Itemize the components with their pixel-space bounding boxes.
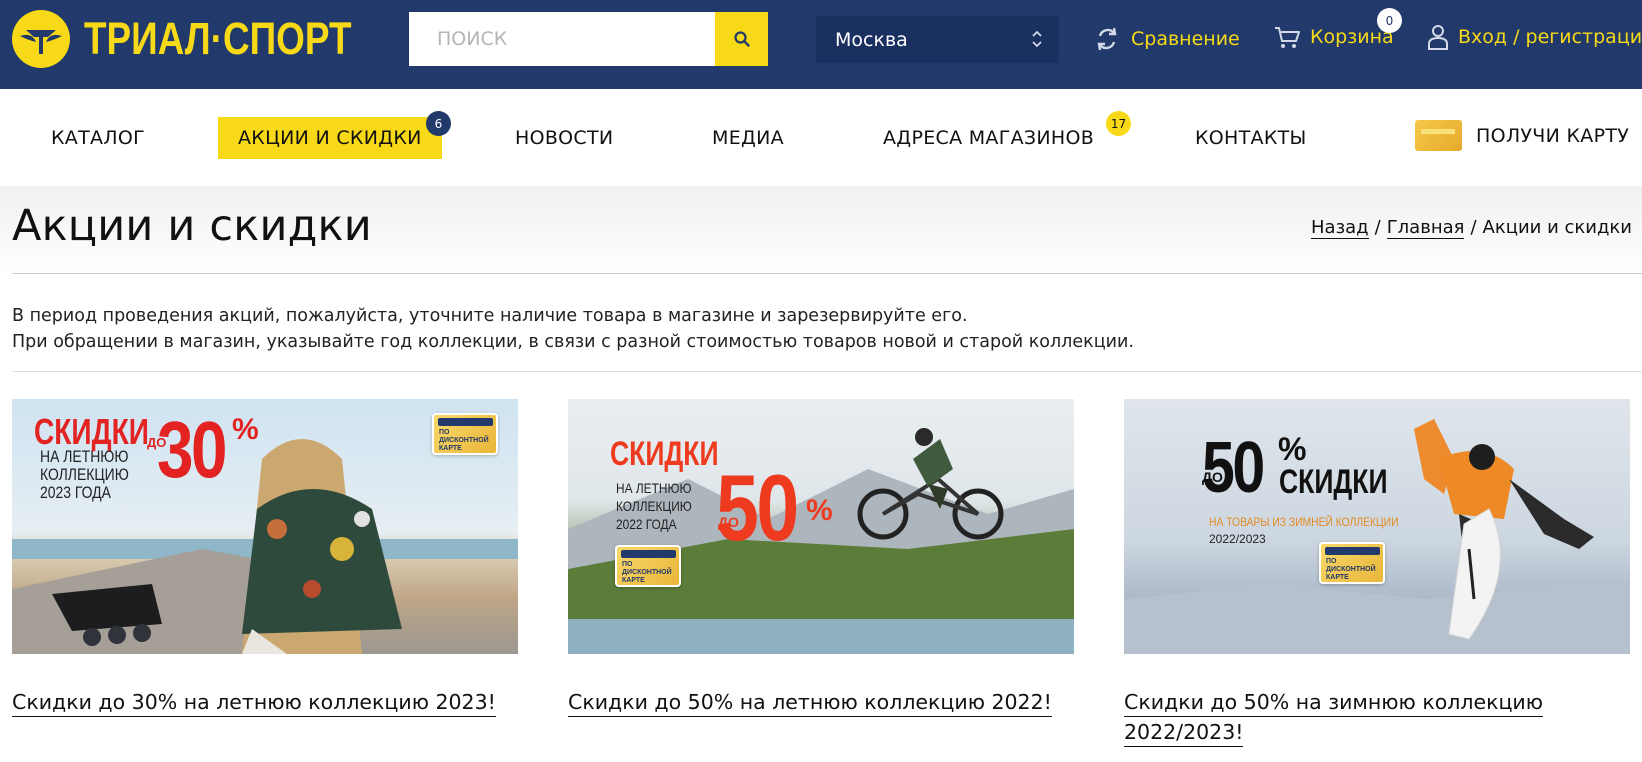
cart-link[interactable]: Корзина [1273,24,1394,50]
promo-caption[interactable]: Скидки до 50% на летнюю коллекцию 2022! [568,687,1074,717]
top-header: ТРИАЛ·СПОРТ Москва Сравнение [0,0,1642,89]
city-value: Москва [835,28,908,51]
compare-link[interactable]: Сравнение [1092,24,1240,54]
nav-media[interactable]: МЕДИА [712,117,784,159]
logo-emblem-icon [12,10,70,68]
promo-banner-winter-2022-2023[interactable]: ДО 50 % СКИДКИ НА ТОВАРЫ ИЗ ЗИМНЕЙ КОЛЛЕ… [1124,399,1630,654]
banner-percent: 30 [157,405,228,494]
intro-line-1: В период проведения акций, пожалуйста, у… [12,306,968,326]
breadcrumb: Назад / Главная / Акции и скидки [1311,217,1632,239]
banner-percent-sign: % [232,413,259,446]
city-select[interactable]: Москва [816,16,1059,63]
nav-promotions[interactable]: АКЦИИ И СКИДКИ [218,117,442,159]
promo-caption[interactable]: Скидки до 30% на летнюю коллекцию 2023! [12,687,518,717]
promo-card: ДО 50 % СКИДКИ НА ТОВАРЫ ИЗ ЗИМНЕЙ КОЛЛЕ… [1124,399,1630,747]
banner-subtitle: НА ТОВАРЫ ИЗ ЗИМНЕЙ КОЛЛЕКЦИИ [1209,515,1399,529]
compare-icon [1092,24,1122,54]
divider [12,371,1642,372]
intro-text: В период проведения акций, пожалуйста, у… [12,303,1134,355]
page-title: Акции и скидки [12,201,372,251]
banner-headline: СКИДКИ [1279,463,1388,501]
divider [12,273,1642,274]
search-bar [409,12,768,66]
promo-card: СКИДКИ НА ЛЕТНЮЮ КОЛЛЕКЦИЮ 2022 ГОДА ДО 50… [568,399,1074,717]
promo-banner-summer-2022[interactable]: СКИДКИ НА ЛЕТНЮЮ КОЛЛЕКЦИЮ 2022 ГОДА ДО 50… [568,399,1074,654]
nav-news[interactable]: НОВОСТИ [515,117,613,159]
discount-card-graphic: ПО ДИСКОНТНОЙ КАРТЕ [432,413,498,455]
discount-card-icon [1415,120,1462,151]
promo-card: СКИДКИ НА ЛЕТНЮЮ КОЛЛЕКЦИЮ 2023 ГОДА ДО 30… [12,399,518,717]
promotions-count-badge: 6 [426,111,451,136]
banner-subtitle: НА ЛЕТНЮЮ КОЛЛЕКЦИЮ 2023 ГОДА [40,447,129,502]
banner-headline: СКИДКИ [610,435,719,473]
banner-percent-sign: % [806,494,833,527]
user-icon [1427,24,1449,50]
nav-contacts[interactable]: КОНТАКТЫ [1195,117,1307,159]
promo-caption[interactable]: Скидки до 50% на зимнюю коллекцию 2022/2… [1124,687,1630,747]
select-arrows-icon [1032,30,1042,48]
login-label: Вход / регистрация [1458,26,1642,48]
discount-card-graphic: ПО ДИСКОНТНОЙ КАРТЕ [615,545,681,587]
discount-card-graphic: ПО ДИСКОНТНОЙ КАРТЕ [1319,542,1385,584]
search-icon [733,31,750,47]
banner-years: 2022/2023 [1209,532,1266,546]
banner-percent: 50 [716,455,799,560]
breadcrumb-back[interactable]: Назад [1311,217,1369,239]
get-card-link[interactable]: ПОЛУЧИ КАРТУ [1476,115,1629,157]
search-input[interactable] [409,12,715,66]
breadcrumb-current: Акции и скидки [1482,217,1632,238]
search-button[interactable] [715,12,768,66]
compare-label: Сравнение [1131,28,1240,50]
brand-logo[interactable]: ТРИАЛ·СПОРТ [12,10,410,68]
login-link[interactable]: Вход / регистрация [1427,24,1642,50]
intro-line-2: При обращении в магазин, указывайте год … [12,332,1134,352]
stores-count-badge: 17 [1106,111,1131,136]
main-nav: КАТАЛОГ АКЦИИ И СКИДКИ 6 НОВОСТИ МЕДИА А… [0,89,1642,186]
nav-catalog[interactable]: КАТАЛОГ [51,117,145,159]
brand-name: ТРИАЛ·СПОРТ [84,13,352,64]
nav-stores[interactable]: АДРЕСА МАГАЗИНОВ [883,117,1094,159]
breadcrumb-home[interactable]: Главная [1386,217,1465,239]
banner-subtitle: НА ЛЕТНЮЮ КОЛЛЕКЦИЮ 2022 ГОДА [616,480,692,532]
banner-percent: 50 [1202,428,1265,508]
cart-icon [1273,24,1301,50]
promo-banner-summer-2023[interactable]: СКИДКИ НА ЛЕТНЮЮ КОЛЛЕКЦИЮ 2023 ГОДА ДО 30… [12,399,518,654]
cart-count-badge: 0 [1377,8,1402,33]
